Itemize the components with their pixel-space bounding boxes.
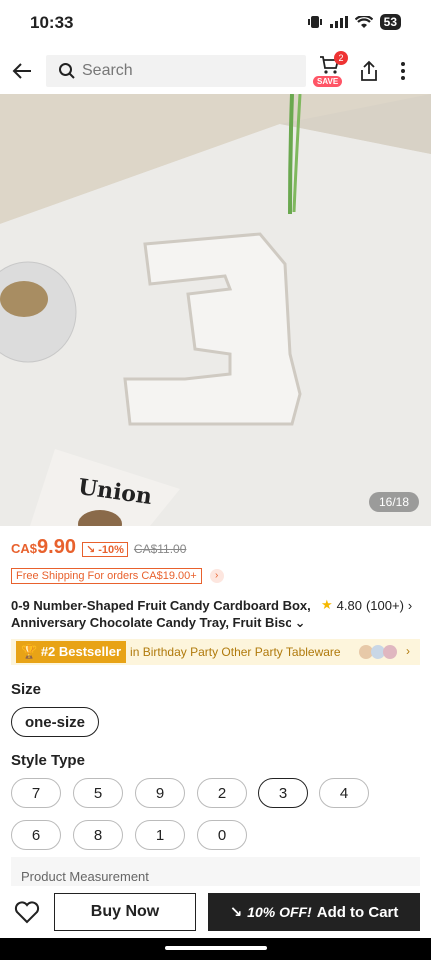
bestseller-tag: 🏆 #2 Bestseller <box>16 641 127 663</box>
size-option-one-size[interactable]: one-size <box>11 707 99 737</box>
status-bar: 10:33 53 <box>0 0 431 48</box>
search-placeholder: Search <box>82 62 133 79</box>
product-title-line2: Anniversary Chocolate Candy Tray, Fruit … <box>11 615 306 630</box>
style-option-5[interactable]: 5 <box>73 778 123 808</box>
add-to-cart-label: Add to Cart <box>316 903 399 921</box>
buy-now-button[interactable]: Buy Now <box>54 893 196 931</box>
original-price: CA$11.00 <box>133 542 187 556</box>
style-option-8[interactable]: 8 <box>73 820 123 850</box>
image-counter: 16/18 <box>368 492 419 512</box>
heart-icon[interactable] <box>14 900 40 924</box>
trend-down-icon: ↘ <box>229 904 243 921</box>
discount-value: -10% <box>98 544 124 556</box>
bottom-action-bar: Buy Now ↘ 10% OFF! Add to Cart <box>0 886 431 938</box>
category-thumbnails <box>359 645 397 659</box>
chevron-down-icon[interactable]: ⌄ <box>295 615 306 630</box>
vibrate-icon <box>307 16 322 28</box>
product-image[interactable]: 16/18 Union <box>0 94 431 526</box>
style-option-0[interactable]: 0 <box>197 820 247 850</box>
cart-count-badge: 2 <box>334 51 348 65</box>
price-amount: 9.90 <box>37 536 76 558</box>
bestseller-category: in Birthday Party Other Party Tableware <box>130 645 341 659</box>
rating-summary[interactable]: ★ 4.80 (100+) › <box>321 597 412 613</box>
bestseller-banner[interactable]: 🏆 #2 Bestseller in Birthday Party Other … <box>11 639 420 665</box>
home-indicator-bar <box>0 938 431 960</box>
style-type-label: Style Type <box>11 752 85 769</box>
product-measurement-label: Product Measurement <box>21 869 149 884</box>
cart-button[interactable]: 2 SAVE <box>313 51 348 88</box>
back-arrow-icon[interactable] <box>11 60 33 82</box>
search-icon <box>59 63 75 79</box>
add-to-cart-button[interactable]: ↘ 10% OFF! Add to Cart <box>208 893 420 931</box>
style-option-2[interactable]: 2 <box>197 778 247 808</box>
chevron-right-icon: › <box>209 569 224 583</box>
chevron-right-icon: › <box>407 597 413 613</box>
style-option-3[interactable]: 3 <box>258 778 308 808</box>
home-indicator[interactable] <box>165 946 267 950</box>
discount-badge: ↘ -10% <box>81 542 128 557</box>
signal-icon <box>329 16 348 28</box>
product-title[interactable]: 0-9 Number-Shaped Fruit Candy Cardboard … <box>11 597 311 631</box>
free-shipping-text: Free Shipping For orders CA$19.00+ <box>11 568 202 584</box>
style-option-9[interactable]: 9 <box>135 778 185 808</box>
price-currency: CA$ <box>11 541 38 556</box>
style-option-4[interactable]: 4 <box>319 778 369 808</box>
product-title-line1: 0-9 Number-Shaped Fruit Candy Cardboard … <box>11 598 311 613</box>
battery-indicator: 53 <box>379 14 401 30</box>
free-shipping-banner[interactable]: Free Shipping For orders CA$19.00+ › <box>11 568 224 584</box>
search-bar[interactable]: Search <box>46 55 306 87</box>
style-option-7[interactable]: 7 <box>11 778 61 808</box>
add-to-cart-discount: 10% OFF! <box>247 904 312 920</box>
product-measurement-section[interactable]: Product Measurement <box>11 857 420 887</box>
review-count: (100+) <box>365 597 404 613</box>
current-price: CA$9.90 <box>11 536 76 559</box>
style-option-6[interactable]: 6 <box>11 820 61 850</box>
cart-save-tag: SAVE <box>313 76 343 87</box>
status-time: 10:33 <box>30 13 74 32</box>
status-icons: 53 <box>307 14 401 30</box>
star-icon: ★ <box>321 597 333 612</box>
more-options-icon[interactable] <box>398 60 408 82</box>
product-photo <box>0 94 431 526</box>
size-label: Size <box>11 681 42 698</box>
top-bar: Search 2 SAVE <box>0 48 431 94</box>
style-option-1[interactable]: 1 <box>135 820 185 850</box>
share-icon[interactable] <box>359 60 379 82</box>
rating-value: 4.80 <box>336 597 362 613</box>
wifi-icon <box>354 15 373 28</box>
chevron-right-icon: › <box>406 644 410 658</box>
price-row: CA$9.90 ↘ -10% CA$11.00 <box>11 536 186 559</box>
